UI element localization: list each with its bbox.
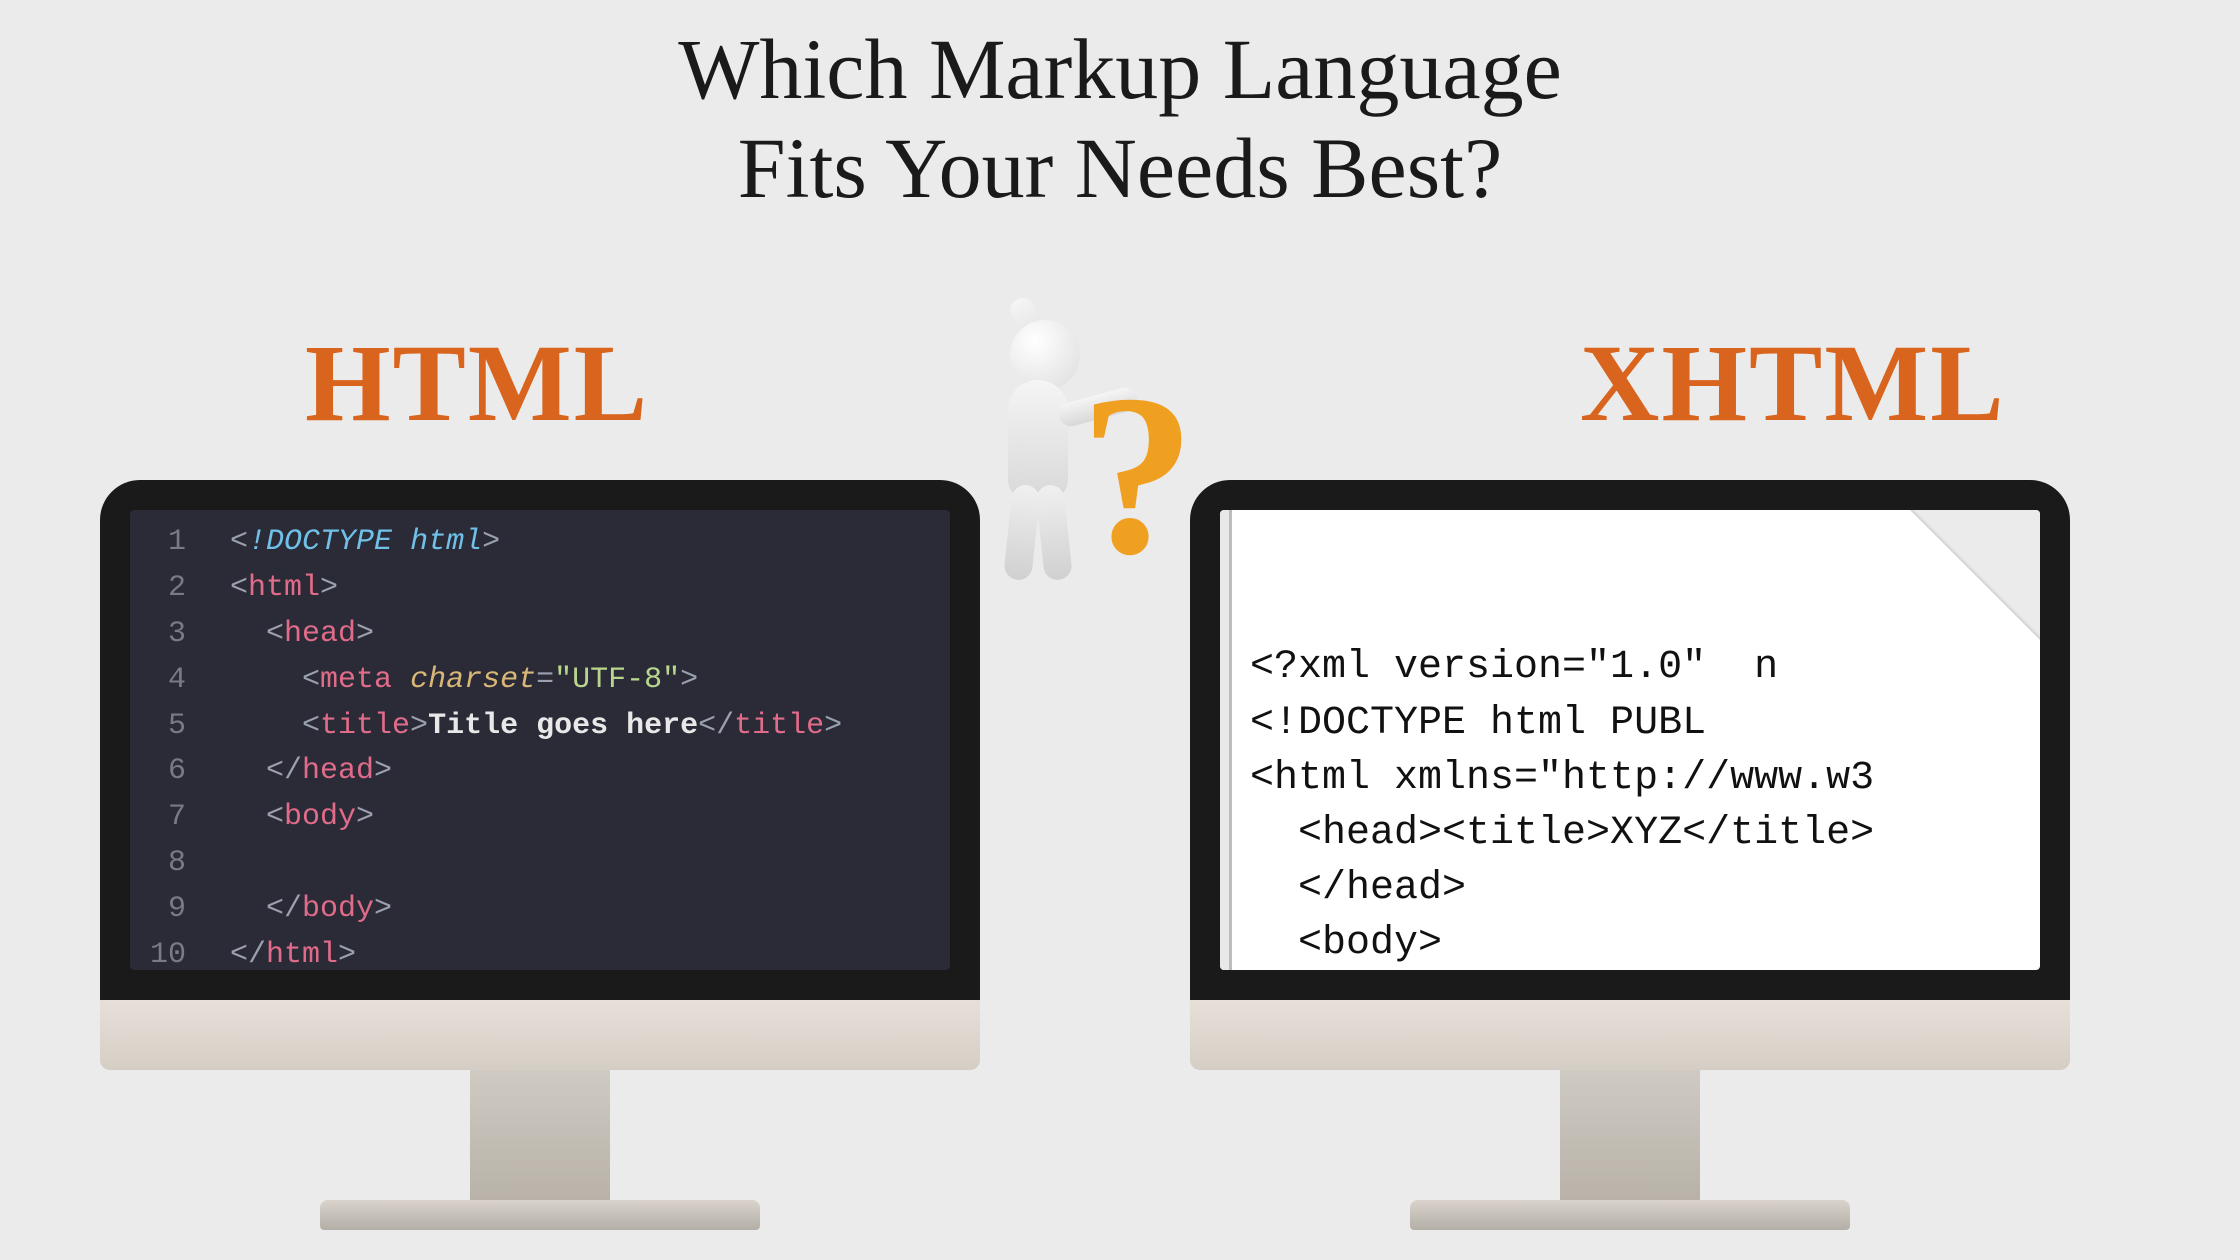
monitor-stand-base xyxy=(320,1200,760,1230)
main-title: Which Markup Language Fits Your Needs Be… xyxy=(0,0,2240,218)
monitor-chin xyxy=(100,1000,980,1070)
code-line: <!DOCTYPE html PUBL xyxy=(1250,696,2030,751)
code-line: <head><title>XYZ</title> xyxy=(1250,806,2030,861)
code-line: <?xml version="1.0" n xyxy=(1250,640,2030,695)
monitor-bezel: <?xml version="1.0" n<!DOCTYPE html PUBL… xyxy=(1190,480,2070,1000)
monitor-stand-neck xyxy=(1560,1070,1700,1200)
line-number: 8 xyxy=(130,841,186,887)
monitor-stand-neck xyxy=(470,1070,610,1200)
code-line: <html xmlns="http://www.w3 xyxy=(1250,751,2030,806)
margin-bar xyxy=(1220,510,1232,970)
title-line-2: Fits Your Needs Best? xyxy=(738,120,1503,216)
line-number: 4 xyxy=(130,658,186,704)
line-number: 2 xyxy=(130,566,186,612)
line-number: 9 xyxy=(130,887,186,933)
line-number-gutter: 1 2 3 4 5 6 7 8 9 10 xyxy=(130,520,208,970)
code-editor-dark: 1 2 3 4 5 6 7 8 9 10 <!DOCTYPE html> <ht… xyxy=(130,510,950,970)
line-number: 6 xyxy=(130,749,186,795)
line-number: 3 xyxy=(130,612,186,658)
question-mark-icon: ? xyxy=(1080,360,1195,590)
line-number: 5 xyxy=(130,704,186,750)
code-line: </head> xyxy=(1250,861,2030,916)
page-curl-icon xyxy=(1910,510,2040,640)
monitor-chin xyxy=(1190,1000,2070,1070)
label-xhtml: XHTML xyxy=(1580,320,2006,447)
monitor-stand-base xyxy=(1410,1200,1850,1230)
line-number: 10 xyxy=(130,933,186,970)
title-line-1: Which Markup Language xyxy=(678,21,1562,117)
monitor-bezel: 1 2 3 4 5 6 7 8 9 10 <!DOCTYPE html> <ht… xyxy=(100,480,980,1000)
monitor-xhtml: <?xml version="1.0" n<!DOCTYPE html PUBL… xyxy=(1190,480,2070,1230)
line-number: 1 xyxy=(130,520,186,566)
label-html: HTML xyxy=(305,320,649,447)
monitor-html: 1 2 3 4 5 6 7 8 9 10 <!DOCTYPE html> <ht… xyxy=(100,480,980,1230)
code-editor-light: <?xml version="1.0" n<!DOCTYPE html PUBL… xyxy=(1220,510,2040,970)
code-area: <!DOCTYPE html> <html> <head> <meta char… xyxy=(230,520,940,970)
code-line: <body> xyxy=(1250,916,2030,970)
line-number: 7 xyxy=(130,795,186,841)
